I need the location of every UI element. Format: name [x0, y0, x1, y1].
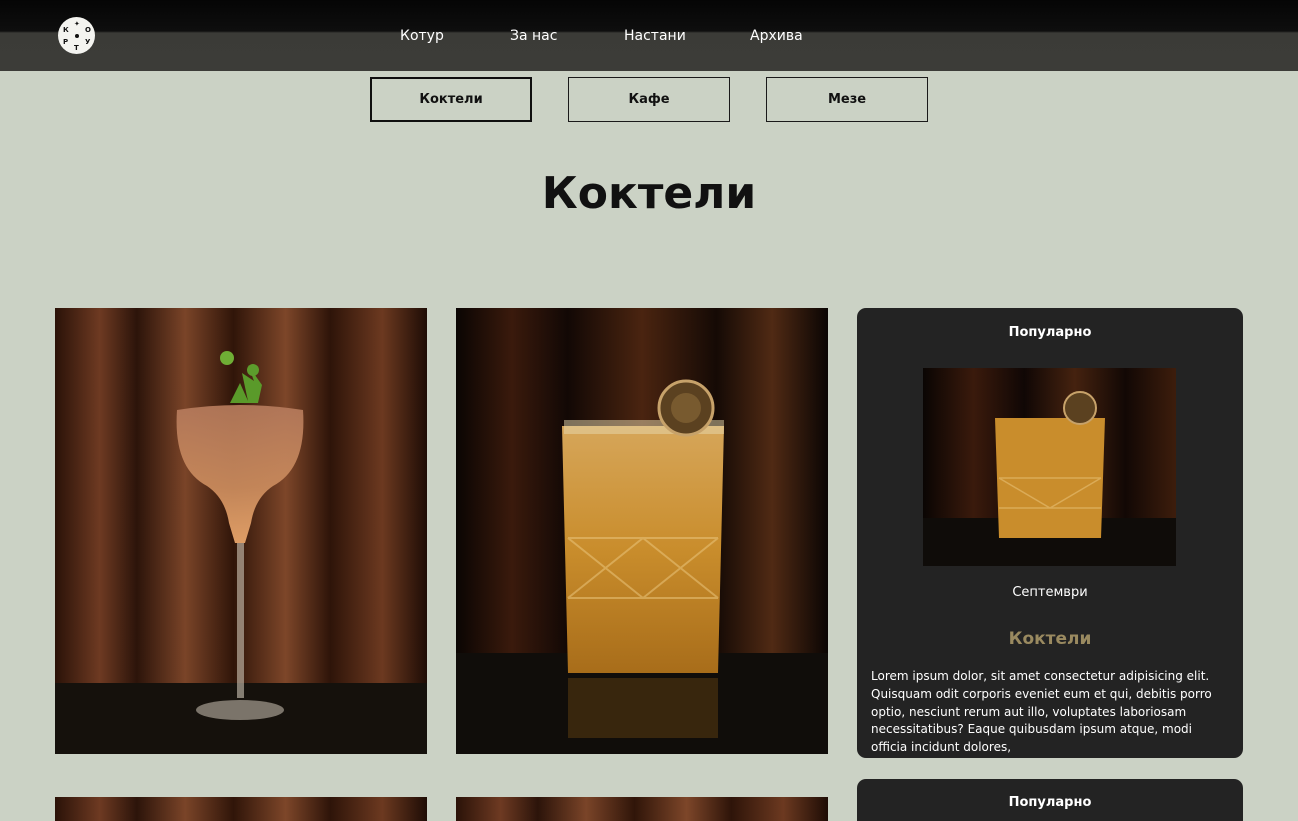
logo-center-dot: [74, 33, 79, 38]
popular-category[interactable]: Коктели: [857, 629, 1243, 649]
cocktail-photo-row2-left[interactable]: [55, 797, 427, 821]
popular-card-2[interactable]: Популарно: [857, 779, 1243, 821]
nav-link-archive[interactable]: Архива: [750, 28, 803, 44]
cocktail-photo-stemmed-glass[interactable]: [55, 308, 427, 754]
nav-link-kotur[interactable]: Котур: [400, 28, 444, 44]
popular-cocktail-image[interactable]: [923, 368, 1176, 566]
page-title: Коктели: [541, 168, 757, 219]
popular-heading: Популарно: [1008, 325, 1092, 340]
category-button-cocktails[interactable]: Коктели: [370, 77, 532, 122]
nav-link-about[interactable]: За нас: [510, 28, 557, 44]
popular-description: Lorem ipsum dolor, sit amet consectetur …: [871, 669, 1212, 755]
category-button-meze[interactable]: Мезе: [766, 77, 928, 122]
popular-date: Септември: [1012, 585, 1088, 600]
nav-link-events[interactable]: Настани: [624, 28, 686, 44]
cocktail-photo-tumbler[interactable]: [456, 308, 828, 754]
category-button-coffee[interactable]: Кафе: [568, 77, 730, 122]
logo-icon[interactable]: ✦ О У Т Р К: [58, 17, 95, 54]
cocktail-photo-row2-middle[interactable]: [456, 797, 828, 821]
popular-heading-2: Популарно: [1008, 795, 1092, 810]
popular-card[interactable]: Популарно Септември Коктели Lorem ipsum …: [857, 308, 1243, 758]
